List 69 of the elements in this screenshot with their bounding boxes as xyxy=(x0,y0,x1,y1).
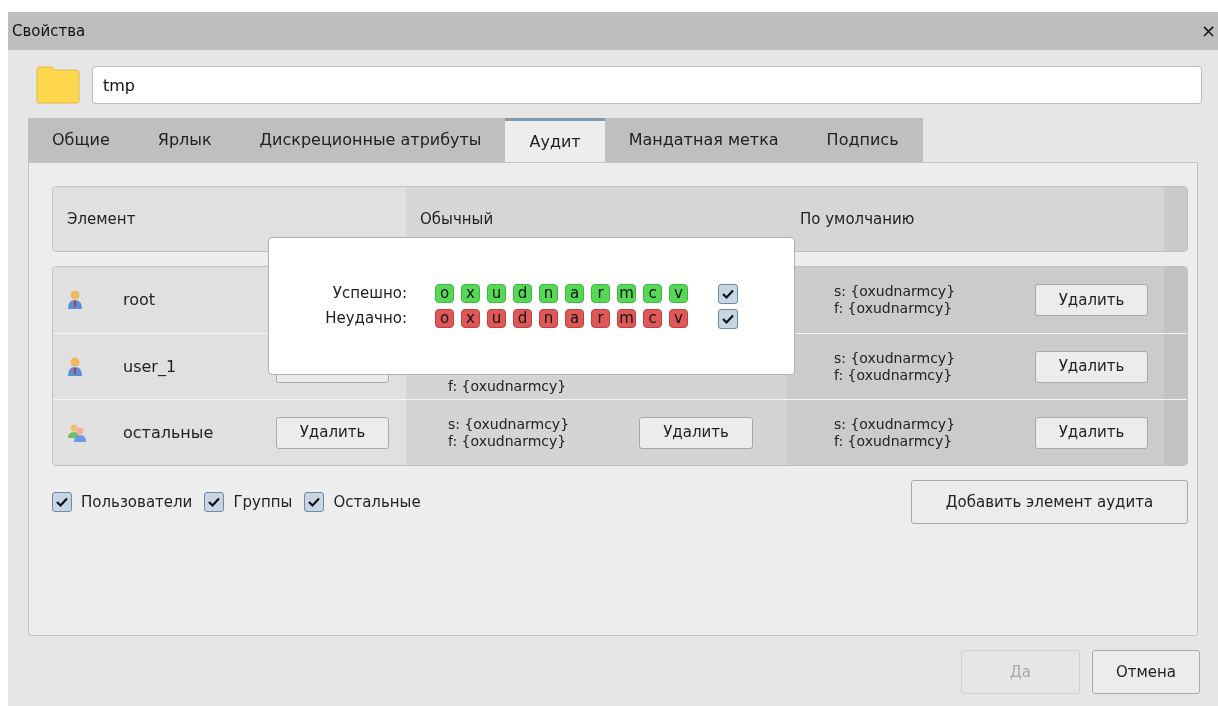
result-label: Неудачно: xyxy=(324,308,407,330)
person-icon xyxy=(67,356,83,377)
audit-flags-text: s: {oxudnarmcy} xyxy=(834,415,957,433)
tab[interactable]: Аудит xyxy=(505,118,605,162)
checkbox-label: Остальные xyxy=(333,491,421,513)
element-name: остальные xyxy=(123,421,215,444)
tab[interactable]: Ярлык xyxy=(133,118,236,162)
flag-chip[interactable]: v xyxy=(669,309,688,328)
delete-button[interactable]: Удалить xyxy=(1035,350,1148,383)
delete-button[interactable]: Удалить xyxy=(276,416,389,449)
flag-chip[interactable]: u xyxy=(487,284,506,303)
column-header: Элемент xyxy=(53,187,406,251)
column-header: По умолчанию xyxy=(786,187,1164,251)
audit-flags-text: s: {oxudnarmcy} xyxy=(448,415,571,433)
checkbox-label: Группы xyxy=(233,491,293,513)
element-name: user_1 xyxy=(123,355,178,378)
group-icon xyxy=(67,422,87,443)
flag-chip[interactable]: c xyxy=(643,309,662,328)
checkbox[interactable] xyxy=(718,283,738,304)
flag-chip[interactable]: a xyxy=(565,284,584,303)
audit-flags-text: f: {oxudnarmcy} xyxy=(448,432,568,450)
checkbox[interactable] xyxy=(304,492,325,512)
tab[interactable]: Общие xyxy=(28,118,134,162)
checkmark-icon xyxy=(207,496,222,508)
delete-button[interactable]: Удалить xyxy=(1035,416,1148,449)
checkmark-icon xyxy=(55,496,69,508)
flag-chip[interactable]: m xyxy=(617,284,636,303)
flag-chip[interactable]: c xyxy=(643,284,662,303)
checkmark-icon xyxy=(721,312,735,325)
flag-chip[interactable]: n xyxy=(539,309,558,328)
flag-chip[interactable]: a xyxy=(565,309,584,328)
tab[interactable]: Подпись xyxy=(802,118,923,162)
flag-chip[interactable]: o xyxy=(435,284,454,303)
close-button[interactable]: × xyxy=(1200,22,1216,40)
audit-flags-text: f: {oxudnarmcy} xyxy=(834,300,954,317)
flag-chip[interactable]: d xyxy=(513,309,532,328)
flag-chip[interactable]: m xyxy=(617,309,636,328)
flag-chip[interactable]: u xyxy=(487,309,506,328)
name-field[interactable]: tmp xyxy=(92,66,1202,104)
checkbox[interactable] xyxy=(718,308,738,329)
checkbox-label: Пользователи xyxy=(81,491,193,513)
window-title: Свойства xyxy=(12,20,86,42)
person-icon xyxy=(67,290,83,310)
audit-flags-text: f: {oxudnarmcy} xyxy=(834,366,954,384)
audit-flags-text: s: {oxudnarmcy} xyxy=(834,283,957,300)
checkmark-icon xyxy=(721,287,735,300)
result-label: Успешно: xyxy=(331,283,407,305)
audit-flags-text: s: {oxudnarmcy} xyxy=(834,349,957,367)
checkmark-icon xyxy=(307,496,322,508)
folder-icon xyxy=(36,66,80,104)
flag-chip[interactable]: x xyxy=(461,284,480,303)
flag-chip[interactable]: v xyxy=(669,284,688,303)
checkbox[interactable] xyxy=(52,492,72,512)
checkbox[interactable] xyxy=(204,492,225,512)
tab[interactable]: Дискреционные атрибуты xyxy=(235,118,506,162)
flag-chip[interactable]: d xyxy=(513,284,532,303)
flag-chip[interactable]: x xyxy=(461,309,480,328)
flag-chip[interactable]: n xyxy=(539,284,558,303)
tab[interactable]: Мандатная метка xyxy=(604,118,803,162)
flag-chip[interactable]: r xyxy=(591,309,610,328)
flag-chip[interactable]: r xyxy=(591,284,610,303)
audit-flags-text: f: {oxudnarmcy} xyxy=(834,432,954,450)
add-audit-element-button[interactable]: Добавить элемент аудита xyxy=(911,480,1188,524)
audit-flags-text: f: {oxudnarmcy} xyxy=(448,378,568,395)
delete-button[interactable]: Удалить xyxy=(1035,284,1148,316)
delete-button[interactable]: Удалить xyxy=(639,416,753,449)
dialog-button[interactable]: Отмена xyxy=(1092,650,1200,694)
flag-chip[interactable]: o xyxy=(435,309,454,328)
element-name: root xyxy=(123,289,157,311)
